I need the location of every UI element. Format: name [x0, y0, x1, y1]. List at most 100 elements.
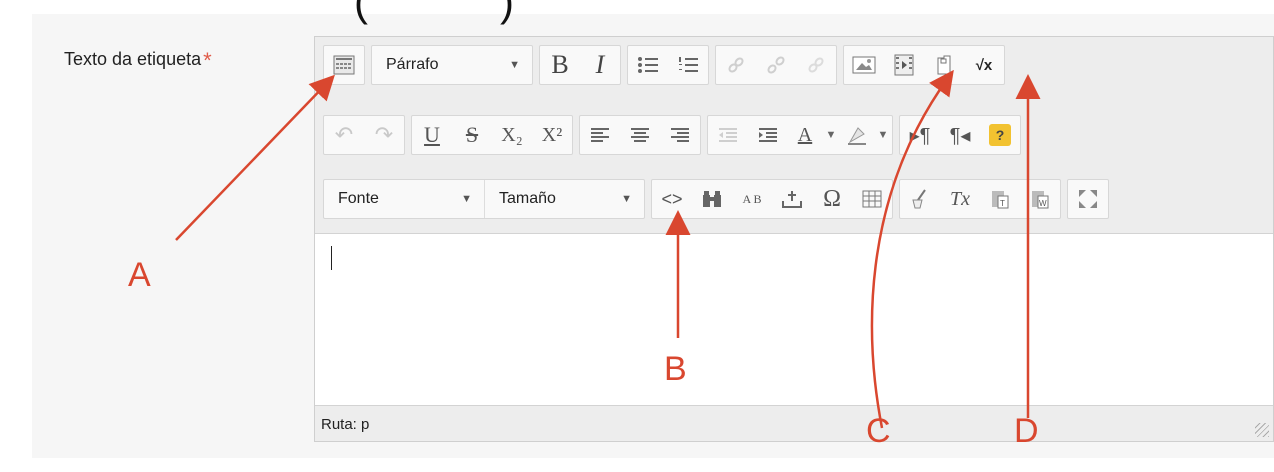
- background-color-button[interactable]: [840, 116, 874, 154]
- align-center-button[interactable]: [620, 116, 660, 154]
- redo-icon: ↷: [374, 122, 394, 147]
- fullscreen-group: [1067, 179, 1109, 219]
- text-color-dropdown[interactable]: ▼: [822, 116, 840, 154]
- binoculars-icon: [703, 191, 721, 207]
- status-bar: Ruta: p: [315, 405, 1273, 441]
- insert-media-button[interactable]: [884, 46, 924, 84]
- align-left-icon: [591, 128, 609, 142]
- unlink-button[interactable]: [756, 46, 796, 84]
- rich-text-editor: Párrafo ▼ B I √x ↶ ↷ U S X₂ X² A ▼ ▼ ▸¶ …: [314, 36, 1274, 442]
- paste-text-button[interactable]: T: [980, 180, 1020, 218]
- italic-button[interactable]: I: [580, 46, 620, 84]
- align-right-icon: [671, 128, 689, 142]
- redo-button[interactable]: ↷: [364, 116, 404, 154]
- insert-space-icon: [782, 191, 802, 208]
- direction-group: ▸¶ ¶◂ ?: [899, 115, 1021, 155]
- clear-formatting-button[interactable]: Tx: [940, 180, 980, 218]
- bullet-list-button[interactable]: [628, 46, 668, 84]
- font-family-value: Fonte: [338, 190, 379, 207]
- svg-text:W: W: [1039, 199, 1047, 208]
- insert-image-button[interactable]: [844, 46, 884, 84]
- chevron-down-icon: ▼: [877, 129, 889, 141]
- chevron-down-icon: ▼: [509, 59, 520, 71]
- toolbar-toggle-button[interactable]: [324, 46, 364, 84]
- find-replace-button[interactable]: A B: [732, 180, 772, 218]
- text-style-group: B I: [539, 45, 621, 85]
- outdent-button[interactable]: [708, 116, 748, 154]
- annotation-label-c: C: [866, 412, 891, 450]
- required-icon: *: [203, 48, 212, 73]
- font-family-select[interactable]: Fonte ▼: [324, 180, 484, 218]
- indent-icon: [759, 128, 777, 142]
- search-button[interactable]: [692, 180, 732, 218]
- subscript-button[interactable]: X₂: [492, 116, 532, 154]
- undo-button[interactable]: ↶: [324, 116, 364, 154]
- resize-handle-icon[interactable]: [1255, 423, 1269, 437]
- paragraph-format-value: Párrafo: [386, 56, 439, 73]
- chevron-down-icon: ▼: [461, 193, 472, 205]
- history-group: ↶ ↷: [323, 115, 405, 155]
- ltr-button[interactable]: ▸¶: [900, 116, 940, 154]
- underline-button[interactable]: U: [412, 116, 452, 154]
- anchor-button[interactable]: [796, 46, 836, 84]
- highlight-icon: [848, 127, 866, 145]
- anchor-link-icon: [808, 57, 824, 73]
- video-film-icon: [894, 54, 914, 76]
- fullscreen-button[interactable]: [1068, 180, 1108, 218]
- insert-table-button[interactable]: [852, 180, 892, 218]
- align-center-icon: [631, 128, 649, 142]
- chevron-down-icon: ▼: [825, 129, 837, 141]
- align-group: [579, 115, 701, 155]
- pilcrow-ltr-icon: ▸¶: [909, 124, 931, 147]
- paste-text-icon: T: [992, 191, 1009, 209]
- text-color-button[interactable]: A: [788, 116, 822, 154]
- annotation-label-a: A: [128, 256, 151, 294]
- font-size-select[interactable]: Tamaño ▼: [484, 180, 644, 218]
- fullscreen-icon: [1079, 190, 1097, 208]
- unlink-icon: [767, 56, 785, 74]
- superscript-button[interactable]: X²: [532, 116, 572, 154]
- background-color-dropdown[interactable]: ▼: [874, 116, 892, 154]
- editor-content-area[interactable]: [315, 233, 1273, 405]
- link-icon: [728, 57, 744, 73]
- html-source-button[interactable]: <>: [652, 180, 692, 218]
- table-icon: [862, 190, 882, 208]
- undo-icon: ↶: [334, 122, 354, 147]
- svg-text:T: T: [1000, 199, 1005, 208]
- cropped-heading-fragment: (): [354, 0, 516, 25]
- text-cursor: [331, 246, 332, 270]
- link-button[interactable]: [716, 46, 756, 84]
- annotation-label-d: D: [1014, 412, 1039, 450]
- numbered-list-icon: [679, 57, 698, 72]
- field-label-text: Texto da etiqueta: [64, 49, 202, 69]
- element-path: Ruta: p: [321, 416, 370, 433]
- equation-editor-button[interactable]: √x: [964, 46, 1004, 84]
- script-group: U S X₂ X²: [411, 115, 573, 155]
- special-character-button[interactable]: Ω: [812, 180, 852, 218]
- align-right-button[interactable]: [660, 116, 700, 154]
- paste-word-button[interactable]: W: [1020, 180, 1060, 218]
- rtl-button[interactable]: ¶◂: [940, 116, 980, 154]
- indent-color-group: A ▼ ▼: [707, 115, 893, 155]
- help-button[interactable]: ?: [980, 116, 1020, 154]
- align-left-button[interactable]: [580, 116, 620, 154]
- field-label: Texto da etiqueta*: [64, 48, 212, 74]
- toolbar-toggle-group: [323, 45, 365, 85]
- annotation-label-b: B: [664, 350, 687, 388]
- manage-files-button[interactable]: [924, 46, 964, 84]
- clean-html-button[interactable]: [900, 180, 940, 218]
- tools-group: <> A B Ω: [651, 179, 893, 219]
- media-group: √x: [843, 45, 1005, 85]
- image-icon: [852, 56, 876, 74]
- indent-button[interactable]: [748, 116, 788, 154]
- bold-button[interactable]: B: [540, 46, 580, 84]
- help-icon: ?: [989, 124, 1011, 146]
- numbered-list-button[interactable]: [668, 46, 708, 84]
- clean-group: Tx T W: [899, 179, 1061, 219]
- paragraph-format-select[interactable]: Párrafo ▼: [372, 46, 532, 84]
- insert-nonbreaking-button[interactable]: [772, 180, 812, 218]
- files-icon: [937, 55, 951, 75]
- format-group: Párrafo ▼: [371, 45, 533, 85]
- font-group: Fonte ▼ Tamaño ▼: [323, 179, 645, 219]
- strikethrough-button[interactable]: S: [452, 116, 492, 154]
